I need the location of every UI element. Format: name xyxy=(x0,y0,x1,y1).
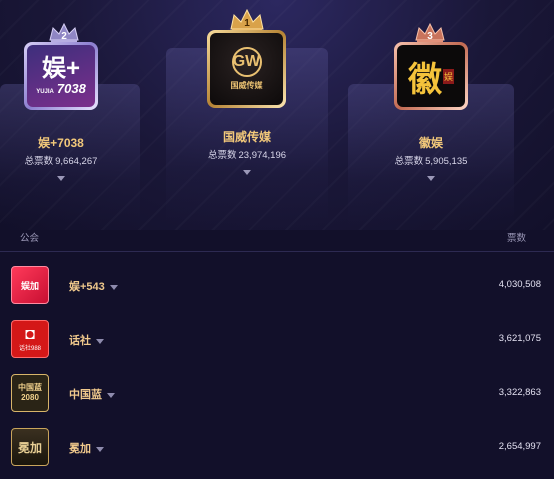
rank-1-vote-label: 总票数 xyxy=(207,150,237,161)
list-item[interactable]: 冕加 冕加 2,654,997 xyxy=(0,428,554,479)
rank-3-expand-icon[interactable] xyxy=(427,176,435,181)
rank-1-votes-line: 总票数 23,974,196 xyxy=(186,147,308,161)
rank-1-name[interactable]: 国威传媒 xyxy=(186,128,308,145)
guild-name-text: 娱+543 xyxy=(69,281,105,293)
rank-1-logo-sub: 国威传媒 xyxy=(230,81,263,90)
rank-2-name[interactable]: 娱+7038 xyxy=(0,134,122,151)
guild-logo: 冕加 xyxy=(11,428,49,466)
guild-logo-text: 中国蓝2080 xyxy=(18,383,42,402)
list-header: 公会 票数 xyxy=(0,226,554,252)
chevron-down-icon[interactable] xyxy=(109,284,118,290)
rank-2-vote-label: 总票数 xyxy=(24,156,54,167)
chevron-down-icon[interactable] xyxy=(96,446,104,452)
rank-3-number: 3 xyxy=(427,31,433,42)
list-item[interactable]: 娱加 娱+543 4,030,508 xyxy=(0,266,554,320)
header-votes-label: 票数 xyxy=(506,233,526,244)
rank-2-expand-icon[interactable] xyxy=(57,176,65,181)
guild-logo: 中国蓝2080 xyxy=(11,374,49,412)
guild-logo-mark: ◘ xyxy=(25,325,35,343)
rank-3-votes: 5,905,135 xyxy=(425,156,468,167)
rank-3-vote-label: 总票数 xyxy=(394,156,424,167)
guild-votes: 3,322,863 xyxy=(498,387,541,398)
guild-name[interactable]: 娱+543 xyxy=(69,278,118,294)
rank-1-logo-main: GW xyxy=(231,47,262,77)
rank-1-votes: 23,974,196 xyxy=(238,150,287,161)
guild-logo: ◘ 话社988 xyxy=(11,320,49,358)
rank-2-votes: 9,664,267 xyxy=(55,156,98,167)
list-item[interactable]: 中国蓝2080 中国蓝 3,322,863 xyxy=(0,374,554,428)
rank-2-logo-main: 娱+ xyxy=(41,54,80,82)
guild-logo-text: 话社988 xyxy=(18,345,41,352)
rank-2-logo-sub: YUJIA xyxy=(36,88,54,95)
rank-2-avatar[interactable]: 娱+ YUJIA 7038 xyxy=(24,42,98,110)
rank-1-avatar[interactable]: GW 国威传媒 xyxy=(207,30,286,108)
rank-2-number: 2 xyxy=(61,31,67,42)
guild-votes: 4,030,508 xyxy=(498,279,541,290)
guild-logo: 娱加 xyxy=(11,266,49,304)
rank-2-logo-num: 7038 xyxy=(56,80,86,96)
rank-3-name[interactable]: 徽娱 xyxy=(370,134,492,151)
rank-3-logo-sub: 娱 xyxy=(442,68,454,84)
chevron-down-icon[interactable] xyxy=(96,338,104,344)
rank-1-number: 1 xyxy=(244,18,250,29)
rank-3-logo-main: 徽 xyxy=(407,60,442,99)
guild-logo-text: 冕加 xyxy=(17,440,42,455)
guild-name-text: 中国蓝 xyxy=(69,389,102,401)
rank-3-avatar[interactable]: 徽 娱 xyxy=(394,42,468,110)
chevron-down-icon[interactable] xyxy=(107,392,115,398)
guild-votes: 3,621,075 xyxy=(498,333,541,344)
guild-name-text: 冕加 xyxy=(69,443,91,455)
guild-name[interactable]: 中国蓝 xyxy=(69,386,115,402)
rank-2-votes-line: 总票数 9,664,267 xyxy=(0,153,122,167)
header-guild-label: 公会 xyxy=(20,233,40,244)
guild-logo-text: 娱加 xyxy=(20,280,39,291)
list-item[interactable]: ◘ 话社988 话社 3,621,075 xyxy=(0,320,554,374)
guild-name[interactable]: 话社 xyxy=(69,332,104,348)
rank-1-expand-icon[interactable] xyxy=(243,170,251,175)
guild-name[interactable]: 冕加 xyxy=(69,440,104,456)
guild-votes: 2,654,997 xyxy=(498,441,541,452)
rank-3-votes-line: 总票数 5,905,135 xyxy=(370,153,492,167)
guild-name-text: 话社 xyxy=(69,335,91,347)
